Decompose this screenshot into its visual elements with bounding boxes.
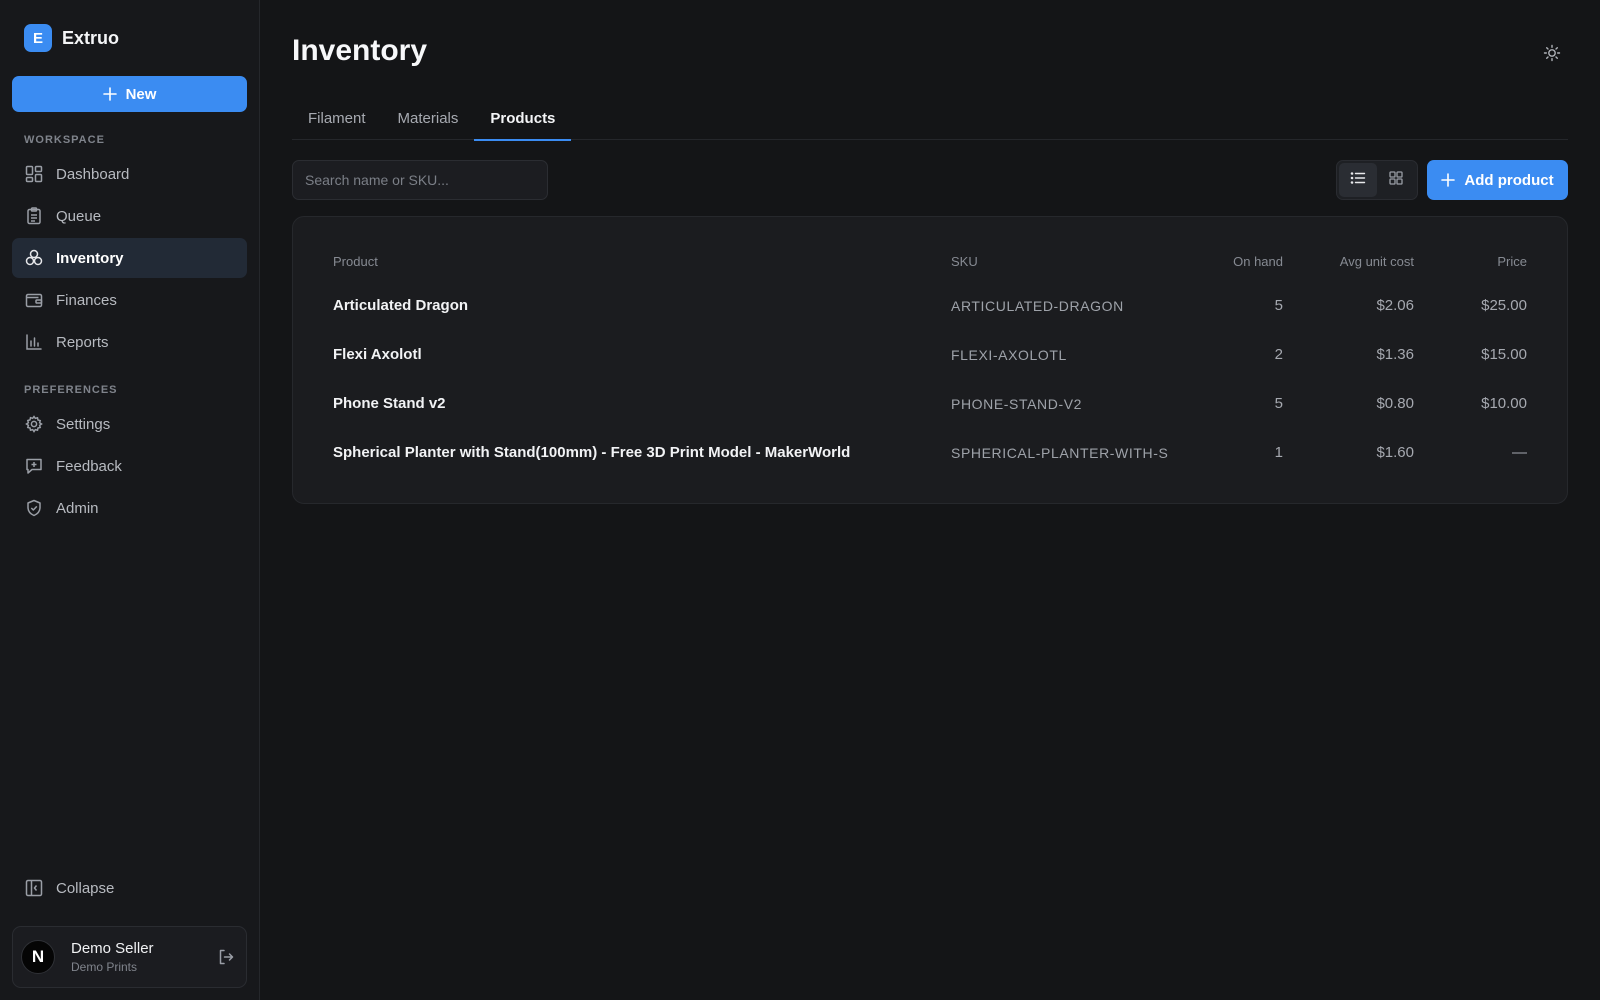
sidebar-item-label: Finances [56, 291, 117, 309]
clipboard-icon [24, 206, 44, 226]
page-title: Inventory [292, 34, 428, 67]
table-row[interactable]: Spherical Planter with Stand(100mm) - Fr… [333, 428, 1527, 477]
sidebar-item-label: Feedback [56, 457, 122, 475]
gear-icon [24, 414, 44, 434]
sidebar-item-dashboard[interactable]: Dashboard [12, 154, 247, 194]
sidebar-item-admin[interactable]: Admin [12, 488, 247, 528]
main-content: Inventory Filament Materials Products Se… [260, 0, 1600, 1000]
toolbar: Add product [292, 160, 1568, 200]
table-header-row: Product SKU On hand Avg unit cost Price [333, 241, 1527, 281]
column-header-on-hand[interactable]: On hand [1183, 241, 1283, 281]
collapse-button[interactable]: Collapse [12, 868, 247, 908]
brand-name: Extruo [62, 27, 120, 48]
avg-unit-cost-cell: $0.80 [1376, 395, 1414, 412]
dashboard-icon [24, 164, 44, 184]
column-header-sku[interactable]: SKU [951, 241, 1183, 281]
user-org: Demo Prints [71, 960, 138, 974]
search-input[interactable] [292, 160, 548, 200]
table-row[interactable]: Flexi Axolotl FLEXI-AXOLOTL 2 $1.36 $15.… [333, 330, 1527, 379]
sidebar-item-reports[interactable]: Reports [12, 322, 247, 362]
list-view-button[interactable] [1339, 163, 1377, 197]
user-name: Demo Seller [71, 940, 154, 957]
avg-unit-cost-cell: $2.06 [1376, 297, 1414, 314]
inventory-tabs: Filament Materials Products [292, 96, 1568, 141]
feedback-icon [24, 456, 44, 476]
table-row[interactable]: Phone Stand v2 PHONE-STAND-V2 5 $0.80 $1… [333, 379, 1527, 428]
price-cell: $10.00 [1481, 395, 1527, 412]
on-hand-cell: 2 [1274, 346, 1283, 363]
products-table: Product SKU On hand Avg unit cost Price … [333, 241, 1527, 477]
sun-icon[interactable] [1540, 41, 1564, 65]
sidebar-item-feedback[interactable]: Feedback [12, 446, 247, 486]
collapse-label: Collapse [56, 879, 115, 897]
sidebar-item-settings[interactable]: Settings [12, 404, 247, 444]
table-row[interactable]: Articulated Dragon ARTICULATED-DRAGON 5 … [333, 281, 1527, 330]
new-button-label: New [125, 85, 157, 103]
logout-icon[interactable] [214, 945, 238, 969]
column-header-price[interactable]: Price [1414, 241, 1527, 281]
add-product-button[interactable]: Add product [1427, 160, 1568, 200]
sidebar-item-inventory[interactable]: Inventory [12, 238, 247, 278]
list-icon [1350, 170, 1366, 191]
price-cell: $25.00 [1481, 297, 1527, 314]
tab-filament[interactable]: Filament [292, 96, 382, 140]
tab-products[interactable]: Products [474, 96, 572, 141]
price-cell: — [1512, 444, 1527, 461]
sidebar-item-finances[interactable]: Finances [12, 280, 247, 320]
sku-cell: FLEXI-AXOLOTL [951, 346, 1067, 363]
brand[interactable]: E Extruo [12, 0, 247, 76]
preferences-section-label: PREFERENCES [24, 384, 118, 396]
avatar: N [21, 940, 55, 974]
on-hand-cell: 5 [1274, 395, 1283, 412]
app-root: E Extruo New WORKSPACE Dashboard Queue I… [0, 0, 1600, 1000]
add-product-label: Add product [1464, 171, 1554, 189]
price-cell: $15.00 [1481, 346, 1527, 363]
plus-icon [102, 87, 117, 101]
avg-unit-cost-cell: $1.60 [1376, 444, 1414, 461]
sidebar-item-queue[interactable]: Queue [12, 196, 247, 236]
collapse-sidebar-icon [24, 878, 44, 898]
sku-cell: PHONE-STAND-V2 [951, 395, 1083, 412]
brand-logo: E [24, 24, 52, 52]
tab-materials[interactable]: Materials [382, 96, 475, 140]
column-header-avg-unit-cost[interactable]: Avg unit cost [1283, 241, 1414, 281]
sidebar-item-label: Dashboard [56, 165, 130, 183]
sidebar-item-label: Reports [56, 333, 109, 351]
avg-unit-cost-cell: $1.36 [1376, 346, 1414, 363]
grid-icon [1388, 170, 1404, 191]
sku-cell: ARTICULATED-DRAGON [951, 297, 1124, 314]
view-mode-toggle [1336, 160, 1418, 200]
user-card[interactable]: N Demo Seller Demo Prints [12, 926, 247, 988]
grid-view-button[interactable] [1377, 163, 1415, 197]
product-name-cell[interactable]: Flexi Axolotl [333, 330, 951, 379]
sidebar-item-label: Queue [56, 207, 102, 225]
bar-chart-icon [24, 332, 44, 352]
sidebar: E Extruo New WORKSPACE Dashboard Queue I… [0, 0, 260, 1000]
plus-icon [1441, 173, 1456, 187]
new-button[interactable]: New [12, 76, 247, 112]
on-hand-cell: 5 [1274, 297, 1283, 314]
user-info: Demo Seller Demo Prints [71, 940, 214, 974]
product-name-cell[interactable]: Phone Stand v2 [333, 379, 951, 428]
product-name-cell[interactable]: Spherical Planter with Stand(100mm) - Fr… [333, 428, 951, 477]
wallet-icon [24, 290, 44, 310]
sidebar-item-label: Settings [56, 415, 111, 433]
sidebar-item-label: Admin [56, 499, 99, 517]
column-header-product[interactable]: Product [333, 241, 951, 281]
workspace-section-label: WORKSPACE [24, 134, 105, 146]
shield-icon [24, 498, 44, 518]
products-table-card: Product SKU On hand Avg unit cost Price … [292, 216, 1568, 504]
inventory-icon [24, 248, 44, 268]
on-hand-cell: 1 [1274, 444, 1283, 461]
sku-cell: SPHERICAL-PLANTER-WITH-S [951, 444, 1169, 461]
sidebar-item-label: Inventory [56, 249, 124, 267]
product-name-cell[interactable]: Articulated Dragon [333, 281, 951, 330]
